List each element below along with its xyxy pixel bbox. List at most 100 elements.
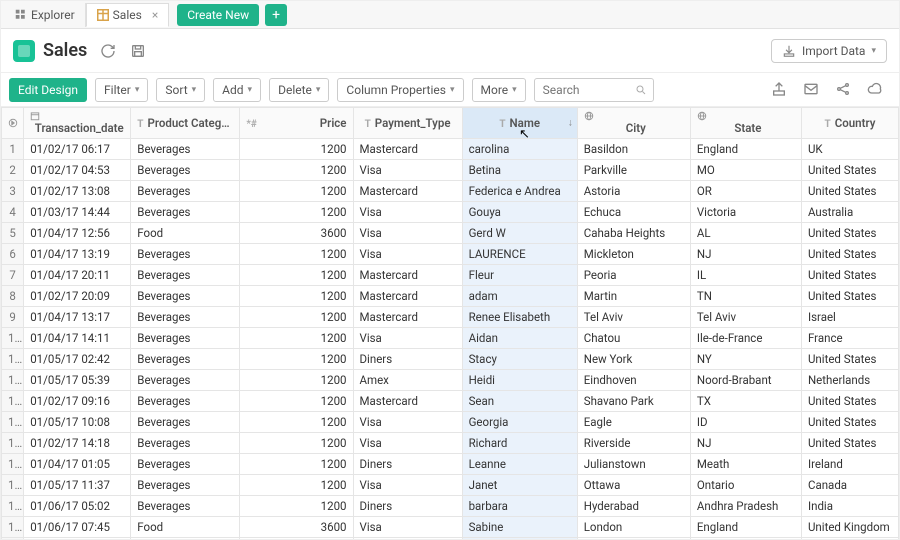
- cell-state[interactable]: Ile-de-France: [690, 328, 801, 349]
- cell-city[interactable]: Hyderabad: [577, 496, 690, 517]
- cell-name[interactable]: Georgia: [462, 412, 577, 433]
- cell-price[interactable]: 1200: [240, 181, 353, 202]
- cell-payment_type[interactable]: Visa: [353, 160, 462, 181]
- cell-price[interactable]: 1200: [240, 370, 353, 391]
- cell-payment_type[interactable]: Diners: [353, 349, 462, 370]
- column-header-price[interactable]: *#Price: [240, 108, 353, 139]
- add-button[interactable]: Add▾: [213, 78, 261, 102]
- cell-country[interactable]: United States: [801, 412, 898, 433]
- cell-city[interactable]: Cahaba Heights: [577, 223, 690, 244]
- cell-product_category[interactable]: Food: [131, 223, 240, 244]
- column-header-payment_type[interactable]: TPayment_Type: [353, 108, 462, 139]
- cell-product_category[interactable]: Beverages: [131, 454, 240, 475]
- cell-price[interactable]: 1200: [240, 202, 353, 223]
- cell-price[interactable]: 3600: [240, 223, 353, 244]
- table-row[interactable]: 601/04/17 13:19Beverages1200VisaLAURENCE…: [2, 244, 899, 265]
- table-row[interactable]: 1701/05/17 11:37Beverages1200VisaJanetOt…: [2, 475, 899, 496]
- cell-price[interactable]: 1200: [240, 349, 353, 370]
- table-row[interactable]: 1801/06/17 05:02Beverages1200Dinersbarba…: [2, 496, 899, 517]
- column-properties-button[interactable]: Column Properties▾: [337, 78, 463, 102]
- edit-design-button[interactable]: Edit Design: [9, 78, 87, 102]
- cell-country[interactable]: Australia: [801, 202, 898, 223]
- cell-payment_type[interactable]: Diners: [353, 496, 462, 517]
- cell-payment_type[interactable]: Visa: [353, 475, 462, 496]
- column-header-country[interactable]: TCountry: [801, 108, 898, 139]
- search-input-wrap[interactable]: [534, 78, 654, 102]
- cell-name[interactable]: Stacy: [462, 349, 577, 370]
- cell-city[interactable]: New York: [577, 349, 690, 370]
- cell-country[interactable]: France: [801, 328, 898, 349]
- cell-price[interactable]: 1200: [240, 433, 353, 454]
- table-row[interactable]: 1101/05/17 02:42Beverages1200DinersStacy…: [2, 349, 899, 370]
- cell-name[interactable]: Leanne: [462, 454, 577, 475]
- cell-product_category[interactable]: Beverages: [131, 475, 240, 496]
- cell-state[interactable]: OR: [690, 181, 801, 202]
- data-grid[interactable]: Transaction_dateTProduct Category*#Price…: [1, 107, 899, 540]
- cell-name[interactable]: Aidan: [462, 328, 577, 349]
- table-row[interactable]: 801/02/17 20:09Beverages1200Mastercardad…: [2, 286, 899, 307]
- cell-country[interactable]: United States: [801, 391, 898, 412]
- cell-name[interactable]: Janet: [462, 475, 577, 496]
- cell-state[interactable]: Tel Aviv: [690, 307, 801, 328]
- cell-city[interactable]: Eindhoven: [577, 370, 690, 391]
- cell-name[interactable]: Sabine: [462, 517, 577, 538]
- cell-name[interactable]: Betina: [462, 160, 577, 181]
- cell-name[interactable]: adam: [462, 286, 577, 307]
- refresh-icon[interactable]: [99, 42, 117, 60]
- cell-product_category[interactable]: Beverages: [131, 265, 240, 286]
- cell-country[interactable]: United States: [801, 349, 898, 370]
- cell-state[interactable]: Victoria: [690, 202, 801, 223]
- cell-payment_type[interactable]: Visa: [353, 412, 462, 433]
- cell-city[interactable]: Peoria: [577, 265, 690, 286]
- cell-state[interactable]: Ontario: [690, 475, 801, 496]
- cell-city[interactable]: Julianstown: [577, 454, 690, 475]
- tab-explorer[interactable]: Explorer: [5, 3, 86, 27]
- cell-product_category[interactable]: Beverages: [131, 139, 240, 160]
- table-row[interactable]: 1401/05/17 10:08Beverages1200VisaGeorgia…: [2, 412, 899, 433]
- column-header-row[interactable]: [2, 108, 24, 139]
- cell-product_category[interactable]: Beverages: [131, 202, 240, 223]
- filter-button[interactable]: Filter▾: [95, 78, 148, 102]
- cell-transaction_date[interactable]: 01/02/17 04:53: [24, 160, 131, 181]
- cell-state[interactable]: England: [690, 139, 801, 160]
- column-header-transaction_date[interactable]: Transaction_date: [24, 108, 131, 139]
- cell-row[interactable]: 9: [2, 307, 24, 328]
- table-row[interactable]: 1301/02/17 09:16Beverages1200MastercardS…: [2, 391, 899, 412]
- cell-country[interactable]: United States: [801, 181, 898, 202]
- cell-country[interactable]: India: [801, 496, 898, 517]
- cell-transaction_date[interactable]: 01/05/17 10:08: [24, 412, 131, 433]
- export-icon[interactable]: [771, 81, 789, 99]
- cell-row[interactable]: 14: [2, 412, 24, 433]
- table-row[interactable]: 1001/04/17 14:11Beverages1200VisaAidanCh…: [2, 328, 899, 349]
- cell-price[interactable]: 1200: [240, 307, 353, 328]
- cell-row[interactable]: 12: [2, 370, 24, 391]
- cell-transaction_date[interactable]: 01/04/17 20:11: [24, 265, 131, 286]
- cell-city[interactable]: Martin: [577, 286, 690, 307]
- cell-product_category[interactable]: Beverages: [131, 160, 240, 181]
- cell-price[interactable]: 1200: [240, 139, 353, 160]
- cell-transaction_date[interactable]: 01/05/17 02:42: [24, 349, 131, 370]
- cell-name[interactable]: LAURENCE: [462, 244, 577, 265]
- cell-payment_type[interactable]: Visa: [353, 328, 462, 349]
- cell-state[interactable]: NJ: [690, 244, 801, 265]
- cell-product_category[interactable]: Beverages: [131, 328, 240, 349]
- more-button[interactable]: More▾: [472, 78, 526, 102]
- cell-country[interactable]: UK: [801, 139, 898, 160]
- cell-transaction_date[interactable]: 01/03/17 14:44: [24, 202, 131, 223]
- table-row[interactable]: 301/02/17 13:08Beverages1200MastercardFe…: [2, 181, 899, 202]
- table-row[interactable]: 1601/04/17 01:05Beverages1200DinersLeann…: [2, 454, 899, 475]
- cell-state[interactable]: TN: [690, 286, 801, 307]
- cell-city[interactable]: Riverside: [577, 433, 690, 454]
- cell-product_category[interactable]: Beverages: [131, 349, 240, 370]
- cell-state[interactable]: AL: [690, 223, 801, 244]
- cell-transaction_date[interactable]: 01/04/17 13:19: [24, 244, 131, 265]
- cell-price[interactable]: 1200: [240, 412, 353, 433]
- cell-payment_type[interactable]: Visa: [353, 223, 462, 244]
- new-tab-button[interactable]: +: [265, 4, 287, 26]
- cell-country[interactable]: United States: [801, 223, 898, 244]
- cell-name[interactable]: Heidi: [462, 370, 577, 391]
- cell-row[interactable]: 2: [2, 160, 24, 181]
- table-row[interactable]: 1901/06/17 07:45Food3600VisaSabineLondon…: [2, 517, 899, 538]
- cell-transaction_date[interactable]: 01/02/17 06:17: [24, 139, 131, 160]
- cell-payment_type[interactable]: Mastercard: [353, 286, 462, 307]
